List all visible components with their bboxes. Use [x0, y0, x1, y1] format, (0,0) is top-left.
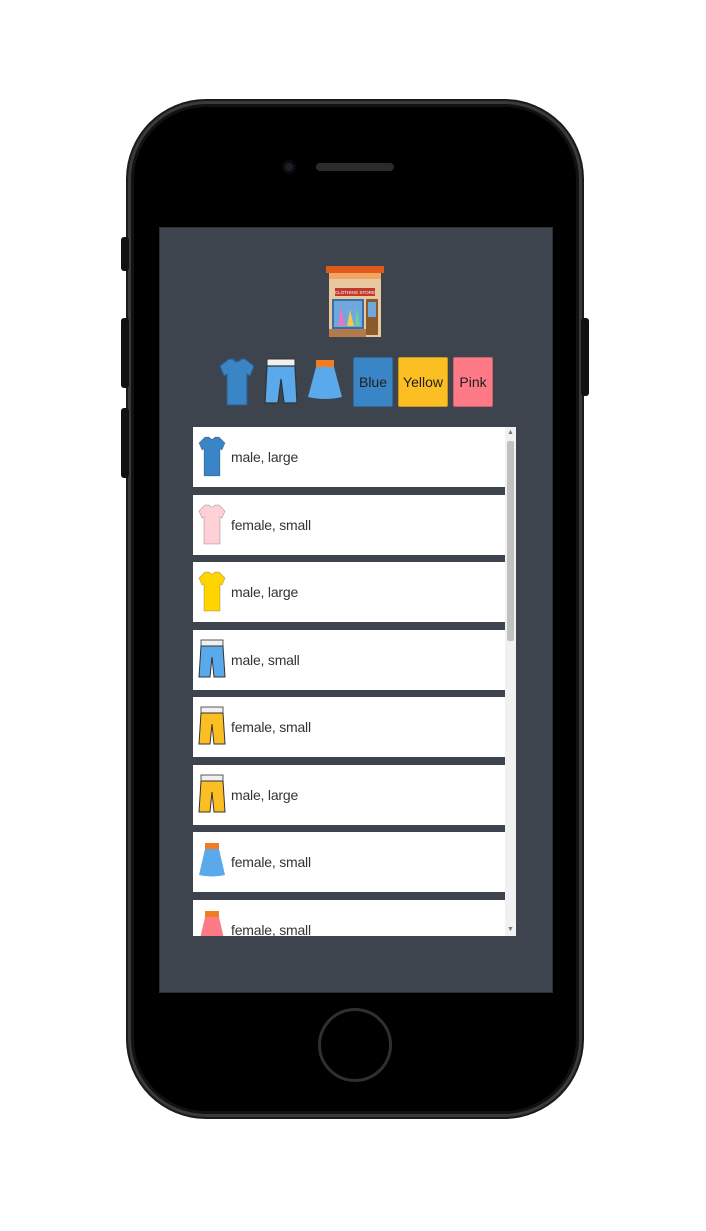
home-button[interactable] [318, 1008, 392, 1082]
blue-filter-button[interactable]: Blue [353, 357, 393, 407]
volume-down-button [121, 408, 129, 478]
yellow-filter-button[interactable]: Yellow [398, 357, 448, 407]
skirt-icon [308, 360, 342, 399]
app-screen: CLOTHING STORE Blue Yellow Pink male, la… [159, 227, 553, 993]
item-label: female, small [231, 921, 311, 937]
product-list[interactable]: male, large female, small male, large male,… [193, 427, 516, 936]
item-label: male, small [231, 651, 300, 668]
tshirt-icon [219, 358, 255, 406]
shorts-icon [264, 358, 298, 404]
scroll-down-arrow[interactable]: ▼ [505, 924, 516, 936]
item-label: female, small [231, 719, 311, 735]
tshirt-icon [193, 427, 231, 487]
clothing-store-icon: CLOTHING STORE [326, 266, 384, 340]
volume-up-button [121, 318, 129, 388]
list-item[interactable]: female, small [193, 494, 505, 555]
tshirt-icon [193, 495, 231, 555]
scrollbar[interactable]: ▲ ▼ [505, 427, 516, 936]
pink-filter-button[interactable]: Pink [453, 357, 493, 407]
list-item[interactable]: male, large [193, 562, 505, 622]
filter-bar: Blue Yellow Pink [216, 357, 493, 407]
list-item[interactable]: female, small [193, 697, 505, 757]
list-item[interactable]: female, small [193, 832, 505, 892]
front-camera [282, 160, 296, 174]
shorts-filter[interactable] [260, 357, 302, 407]
power-button [581, 318, 589, 396]
list-item[interactable]: female, small [193, 899, 505, 937]
earpiece-speaker [316, 163, 394, 171]
item-label: female, small [231, 516, 311, 533]
item-label: male, large [231, 584, 299, 600]
item-label: female, small [231, 854, 311, 870]
shorts-icon [193, 765, 231, 825]
scroll-thumb[interactable] [507, 441, 514, 641]
scroll-up-arrow[interactable]: ▲ [505, 427, 516, 439]
list-item[interactable]: male, small [193, 629, 505, 690]
item-label: male, large [231, 449, 299, 465]
silent-switch [121, 237, 129, 271]
shorts-icon [193, 697, 231, 757]
item-label: male, large [231, 786, 299, 803]
skirt-filter[interactable] [304, 357, 346, 407]
product-list-items: male, large female, small male, large male,… [193, 427, 505, 936]
skirt-icon [193, 832, 231, 892]
skirt-icon [193, 900, 231, 936]
tshirt-filter[interactable] [216, 357, 258, 407]
tshirt-icon [193, 562, 231, 622]
shorts-icon [193, 630, 231, 690]
store-sign-text: CLOTHING STORE [335, 290, 375, 295]
list-item[interactable]: male, large [193, 427, 505, 487]
list-item[interactable]: male, large [193, 764, 505, 825]
